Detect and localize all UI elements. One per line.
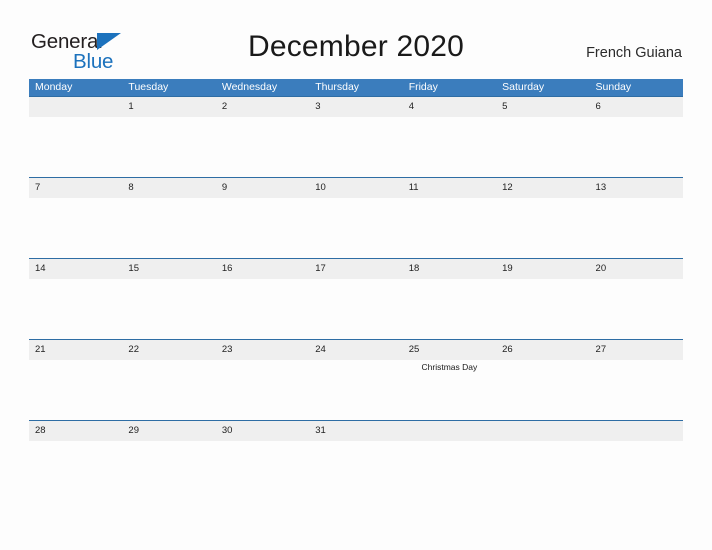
- day-number[interactable]: 17: [309, 259, 402, 279]
- day-cell[interactable]: [590, 279, 683, 339]
- day-cell[interactable]: [29, 279, 122, 339]
- day-cell[interactable]: [309, 279, 402, 339]
- weekday-header-sunday: Sunday: [595, 81, 632, 93]
- day-number[interactable]: 27: [590, 340, 683, 360]
- calendar-week-row: 14 15 16 17 18 19 20: [29, 258, 683, 339]
- weekday-header-saturday: Saturday: [502, 81, 545, 93]
- day-cell[interactable]: [29, 117, 122, 177]
- day-cell[interactable]: [496, 441, 589, 463]
- day-number[interactable]: 11: [403, 178, 496, 198]
- day-cell[interactable]: [29, 360, 122, 420]
- day-cell[interactable]: [122, 441, 215, 463]
- day-number[interactable]: 10: [309, 178, 402, 198]
- day-cell[interactable]: [309, 117, 402, 177]
- day-number[interactable]: 23: [216, 340, 309, 360]
- day-cell[interactable]: [122, 360, 215, 420]
- weekday-header-tuesday: Tuesday: [128, 81, 169, 93]
- day-cell[interactable]: [403, 441, 496, 463]
- day-cell[interactable]: [496, 198, 589, 258]
- day-number[interactable]: 19: [496, 259, 589, 279]
- week-event-band: [29, 279, 683, 339]
- locale-label: French Guiana: [586, 45, 682, 61]
- page-header: General Blue December 2020 French Guiana: [0, 0, 712, 78]
- day-number[interactable]: 26: [496, 340, 589, 360]
- day-cell[interactable]: [496, 279, 589, 339]
- day-number[interactable]: [496, 421, 589, 441]
- day-number[interactable]: 14: [29, 259, 122, 279]
- day-number[interactable]: 12: [496, 178, 589, 198]
- week-event-band: [29, 117, 683, 177]
- day-cell[interactable]: [216, 441, 309, 463]
- day-number[interactable]: 18: [403, 259, 496, 279]
- day-cell[interactable]: [590, 198, 683, 258]
- day-number[interactable]: 29: [122, 421, 215, 441]
- day-number[interactable]: [29, 97, 122, 117]
- day-cell[interactable]: [496, 117, 589, 177]
- week-date-band: 14 15 16 17 18 19 20: [29, 259, 683, 279]
- week-date-band: 28 29 30 31: [29, 421, 683, 441]
- day-cell[interactable]: [590, 441, 683, 463]
- day-cell[interactable]: [403, 198, 496, 258]
- day-cell[interactable]: [216, 198, 309, 258]
- day-number[interactable]: 24: [309, 340, 402, 360]
- day-cell[interactable]: [122, 198, 215, 258]
- day-cell[interactable]: [216, 117, 309, 177]
- weekday-header-row: Monday Tuesday Wednesday Thursday Friday…: [29, 79, 683, 96]
- weekday-header-thursday: Thursday: [315, 81, 360, 93]
- day-cell[interactable]: [216, 360, 309, 420]
- day-cell[interactable]: [590, 360, 683, 420]
- day-number[interactable]: 1: [122, 97, 215, 117]
- day-number[interactable]: 16: [216, 259, 309, 279]
- day-number[interactable]: 31: [309, 421, 402, 441]
- weekday-header-friday: Friday: [408, 81, 438, 93]
- week-date-band: 1 2 3 4 5 6: [29, 97, 683, 117]
- week-date-band: 7 8 9 10 11 12 13: [29, 178, 683, 198]
- day-cell[interactable]: [309, 198, 402, 258]
- week-event-band: Christmas Day: [29, 360, 683, 420]
- calendar-week-row: 1 2 3 4 5 6: [29, 96, 683, 177]
- day-number[interactable]: 25: [403, 340, 496, 360]
- day-number[interactable]: 20: [590, 259, 683, 279]
- day-number[interactable]: 13: [590, 178, 683, 198]
- day-number[interactable]: 8: [122, 178, 215, 198]
- day-number[interactable]: 6: [590, 97, 683, 117]
- day-number[interactable]: 4: [403, 97, 496, 117]
- day-cell[interactable]: [496, 360, 589, 420]
- day-number[interactable]: 21: [29, 340, 122, 360]
- day-number[interactable]: 15: [122, 259, 215, 279]
- day-number[interactable]: 3: [309, 97, 402, 117]
- week-date-band: 21 22 23 24 25 26 27: [29, 340, 683, 360]
- day-cell[interactable]: [403, 279, 496, 339]
- day-cell[interactable]: [122, 117, 215, 177]
- week-event-band: [29, 441, 683, 463]
- day-number[interactable]: [590, 421, 683, 441]
- day-number[interactable]: 22: [122, 340, 215, 360]
- calendar-week-row: 21 22 23 24 25 26 27 Christmas Day: [29, 339, 683, 420]
- day-cell[interactable]: [29, 198, 122, 258]
- day-cell[interactable]: [309, 441, 402, 463]
- day-number[interactable]: 9: [216, 178, 309, 198]
- day-cell[interactable]: [403, 117, 496, 177]
- week-event-band: [29, 198, 683, 258]
- day-cell[interactable]: [309, 360, 402, 420]
- day-number[interactable]: 2: [216, 97, 309, 117]
- calendar-page: General Blue December 2020 French Guiana…: [0, 0, 712, 550]
- day-cell[interactable]: [122, 279, 215, 339]
- day-number[interactable]: 7: [29, 178, 122, 198]
- day-number[interactable]: 30: [216, 421, 309, 441]
- weekday-header-monday: Monday: [35, 81, 73, 93]
- weekday-header-wednesday: Wednesday: [221, 81, 278, 93]
- day-cell-christmas[interactable]: Christmas Day: [403, 360, 496, 420]
- calendar-week-row: 28 29 30 31: [29, 420, 683, 463]
- day-cell[interactable]: [590, 117, 683, 177]
- day-number[interactable]: 5: [496, 97, 589, 117]
- day-number[interactable]: [403, 421, 496, 441]
- calendar-grid: Monday Tuesday Wednesday Thursday Friday…: [29, 79, 683, 463]
- day-cell[interactable]: [216, 279, 309, 339]
- day-number[interactable]: 28: [29, 421, 122, 441]
- day-event-label: Christmas Day: [421, 362, 478, 372]
- day-cell[interactable]: [29, 441, 122, 463]
- calendar-week-row: 7 8 9 10 11 12 13: [29, 177, 683, 258]
